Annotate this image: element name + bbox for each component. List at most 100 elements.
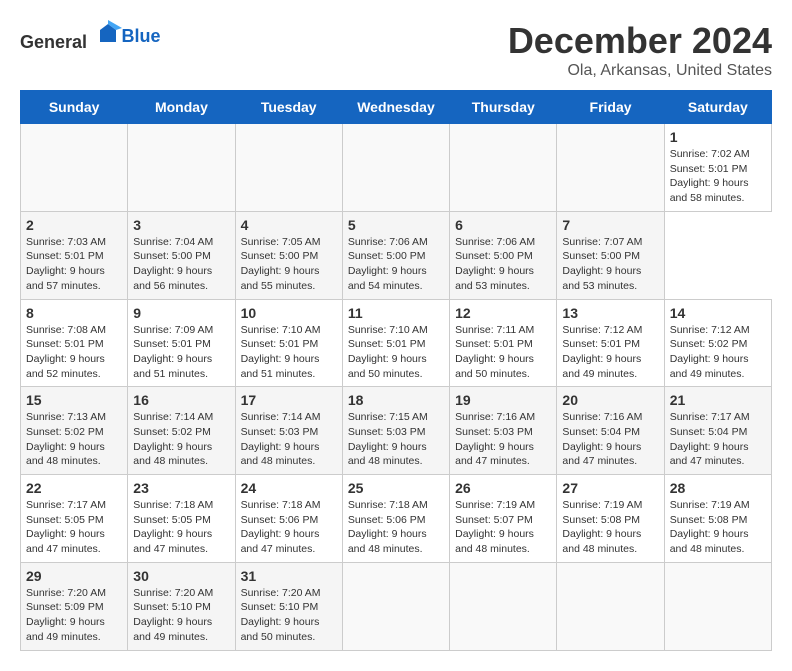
day-number: 15 xyxy=(26,392,122,408)
day-info: Sunrise: 7:12 AMSunset: 5:02 PMDaylight:… xyxy=(670,324,750,380)
location-title: Ola, Arkansas, United States xyxy=(508,62,772,80)
header: General Blue December 2024 Ola, Arkansas… xyxy=(20,20,772,80)
calendar-day-cell: 5 Sunrise: 7:06 AMSunset: 5:00 PMDayligh… xyxy=(342,211,449,299)
calendar-day-cell: 31 Sunrise: 7:20 AMSunset: 5:10 PMDaylig… xyxy=(235,562,342,650)
calendar-empty-cell xyxy=(557,124,664,212)
calendar-day-cell: 11 Sunrise: 7:10 AMSunset: 5:01 PMDaylig… xyxy=(342,299,449,387)
calendar-day-cell: 17 Sunrise: 7:14 AMSunset: 5:03 PMDaylig… xyxy=(235,387,342,475)
day-number: 21 xyxy=(670,392,766,408)
day-info: Sunrise: 7:19 AMSunset: 5:08 PMDaylight:… xyxy=(670,499,750,555)
logo-blue-text: Blue xyxy=(122,26,161,46)
day-info: Sunrise: 7:16 AMSunset: 5:03 PMDaylight:… xyxy=(455,411,535,467)
title-area: December 2024 Ola, Arkansas, United Stat… xyxy=(508,20,772,80)
calendar-empty-cell xyxy=(342,124,449,212)
day-number: 7 xyxy=(562,217,658,233)
calendar-empty-cell xyxy=(235,124,342,212)
calendar-day-cell: 12 Sunrise: 7:11 AMSunset: 5:01 PMDaylig… xyxy=(450,299,557,387)
calendar-day-cell: 14 Sunrise: 7:12 AMSunset: 5:02 PMDaylig… xyxy=(664,299,771,387)
day-number: 17 xyxy=(241,392,337,408)
day-info: Sunrise: 7:18 AMSunset: 5:06 PMDaylight:… xyxy=(348,499,428,555)
calendar-header-row: SundayMondayTuesdayWednesdayThursdayFrid… xyxy=(21,91,772,124)
calendar-day-cell: 7 Sunrise: 7:07 AMSunset: 5:00 PMDayligh… xyxy=(557,211,664,299)
day-number: 27 xyxy=(562,480,658,496)
day-number: 10 xyxy=(241,305,337,321)
day-info: Sunrise: 7:17 AMSunset: 5:05 PMDaylight:… xyxy=(26,499,106,555)
day-info: Sunrise: 7:10 AMSunset: 5:01 PMDaylight:… xyxy=(241,324,321,380)
day-info: Sunrise: 7:09 AMSunset: 5:01 PMDaylight:… xyxy=(133,324,213,380)
day-info: Sunrise: 7:13 AMSunset: 5:02 PMDaylight:… xyxy=(26,411,106,467)
calendar-week-row: 2 Sunrise: 7:03 AMSunset: 5:01 PMDayligh… xyxy=(21,211,772,299)
day-info: Sunrise: 7:19 AMSunset: 5:07 PMDaylight:… xyxy=(455,499,535,555)
day-number: 13 xyxy=(562,305,658,321)
calendar-day-cell: 13 Sunrise: 7:12 AMSunset: 5:01 PMDaylig… xyxy=(557,299,664,387)
day-number: 31 xyxy=(241,568,337,584)
day-number: 16 xyxy=(133,392,229,408)
day-number: 28 xyxy=(670,480,766,496)
month-title: December 2024 xyxy=(508,20,772,62)
calendar-day-cell: 24 Sunrise: 7:18 AMSunset: 5:06 PMDaylig… xyxy=(235,475,342,563)
day-info: Sunrise: 7:03 AMSunset: 5:01 PMDaylight:… xyxy=(26,236,106,292)
day-number: 29 xyxy=(26,568,122,584)
day-number: 5 xyxy=(348,217,444,233)
day-info: Sunrise: 7:20 AMSunset: 5:10 PMDaylight:… xyxy=(241,587,321,643)
day-number: 22 xyxy=(26,480,122,496)
calendar-day-cell: 30 Sunrise: 7:20 AMSunset: 5:10 PMDaylig… xyxy=(128,562,235,650)
day-info: Sunrise: 7:16 AMSunset: 5:04 PMDaylight:… xyxy=(562,411,642,467)
day-number: 11 xyxy=(348,305,444,321)
calendar-week-row: 15 Sunrise: 7:13 AMSunset: 5:02 PMDaylig… xyxy=(21,387,772,475)
calendar-day-cell: 22 Sunrise: 7:17 AMSunset: 5:05 PMDaylig… xyxy=(21,475,128,563)
day-info: Sunrise: 7:20 AMSunset: 5:09 PMDaylight:… xyxy=(26,587,106,643)
calendar-day-cell: 18 Sunrise: 7:15 AMSunset: 5:03 PMDaylig… xyxy=(342,387,449,475)
day-info: Sunrise: 7:04 AMSunset: 5:00 PMDaylight:… xyxy=(133,236,213,292)
day-info: Sunrise: 7:02 AMSunset: 5:01 PMDaylight:… xyxy=(670,148,750,204)
calendar-week-row: 29 Sunrise: 7:20 AMSunset: 5:09 PMDaylig… xyxy=(21,562,772,650)
calendar-week-row: 1 Sunrise: 7:02 AMSunset: 5:01 PMDayligh… xyxy=(21,124,772,212)
calendar-day-cell: 28 Sunrise: 7:19 AMSunset: 5:08 PMDaylig… xyxy=(664,475,771,563)
calendar-day-cell: 23 Sunrise: 7:18 AMSunset: 5:05 PMDaylig… xyxy=(128,475,235,563)
day-number: 19 xyxy=(455,392,551,408)
calendar-day-cell: 1 Sunrise: 7:02 AMSunset: 5:01 PMDayligh… xyxy=(664,124,771,212)
calendar-empty-cell xyxy=(450,562,557,650)
day-info: Sunrise: 7:06 AMSunset: 5:00 PMDaylight:… xyxy=(455,236,535,292)
day-info: Sunrise: 7:07 AMSunset: 5:00 PMDaylight:… xyxy=(562,236,642,292)
calendar-day-cell: 15 Sunrise: 7:13 AMSunset: 5:02 PMDaylig… xyxy=(21,387,128,475)
day-of-week-header: Wednesday xyxy=(342,91,449,124)
calendar-table: SundayMondayTuesdayWednesdayThursdayFrid… xyxy=(20,90,772,651)
day-number: 25 xyxy=(348,480,444,496)
day-info: Sunrise: 7:17 AMSunset: 5:04 PMDaylight:… xyxy=(670,411,750,467)
day-of-week-header: Friday xyxy=(557,91,664,124)
logo-icon xyxy=(94,20,122,48)
day-info: Sunrise: 7:06 AMSunset: 5:00 PMDaylight:… xyxy=(348,236,428,292)
day-of-week-header: Sunday xyxy=(21,91,128,124)
day-number: 12 xyxy=(455,305,551,321)
day-number: 4 xyxy=(241,217,337,233)
day-info: Sunrise: 7:15 AMSunset: 5:03 PMDaylight:… xyxy=(348,411,428,467)
calendar-week-row: 8 Sunrise: 7:08 AMSunset: 5:01 PMDayligh… xyxy=(21,299,772,387)
calendar-empty-cell xyxy=(21,124,128,212)
calendar-empty-cell xyxy=(664,562,771,650)
day-info: Sunrise: 7:14 AMSunset: 5:03 PMDaylight:… xyxy=(241,411,321,467)
day-info: Sunrise: 7:05 AMSunset: 5:00 PMDaylight:… xyxy=(241,236,321,292)
day-of-week-header: Tuesday xyxy=(235,91,342,124)
day-info: Sunrise: 7:20 AMSunset: 5:10 PMDaylight:… xyxy=(133,587,213,643)
calendar-day-cell: 3 Sunrise: 7:04 AMSunset: 5:00 PMDayligh… xyxy=(128,211,235,299)
day-of-week-header: Thursday xyxy=(450,91,557,124)
calendar-day-cell: 26 Sunrise: 7:19 AMSunset: 5:07 PMDaylig… xyxy=(450,475,557,563)
day-number: 30 xyxy=(133,568,229,584)
calendar-day-cell: 6 Sunrise: 7:06 AMSunset: 5:00 PMDayligh… xyxy=(450,211,557,299)
day-number: 9 xyxy=(133,305,229,321)
day-number: 24 xyxy=(241,480,337,496)
calendar-day-cell: 20 Sunrise: 7:16 AMSunset: 5:04 PMDaylig… xyxy=(557,387,664,475)
day-info: Sunrise: 7:12 AMSunset: 5:01 PMDaylight:… xyxy=(562,324,642,380)
calendar-empty-cell xyxy=(557,562,664,650)
day-number: 3 xyxy=(133,217,229,233)
calendar-empty-cell xyxy=(342,562,449,650)
logo: General Blue xyxy=(20,20,161,53)
calendar-day-cell: 10 Sunrise: 7:10 AMSunset: 5:01 PMDaylig… xyxy=(235,299,342,387)
logo-general-text: General xyxy=(20,32,87,52)
calendar-empty-cell xyxy=(450,124,557,212)
day-of-week-header: Saturday xyxy=(664,91,771,124)
day-number: 8 xyxy=(26,305,122,321)
calendar-day-cell: 4 Sunrise: 7:05 AMSunset: 5:00 PMDayligh… xyxy=(235,211,342,299)
calendar-week-row: 22 Sunrise: 7:17 AMSunset: 5:05 PMDaylig… xyxy=(21,475,772,563)
